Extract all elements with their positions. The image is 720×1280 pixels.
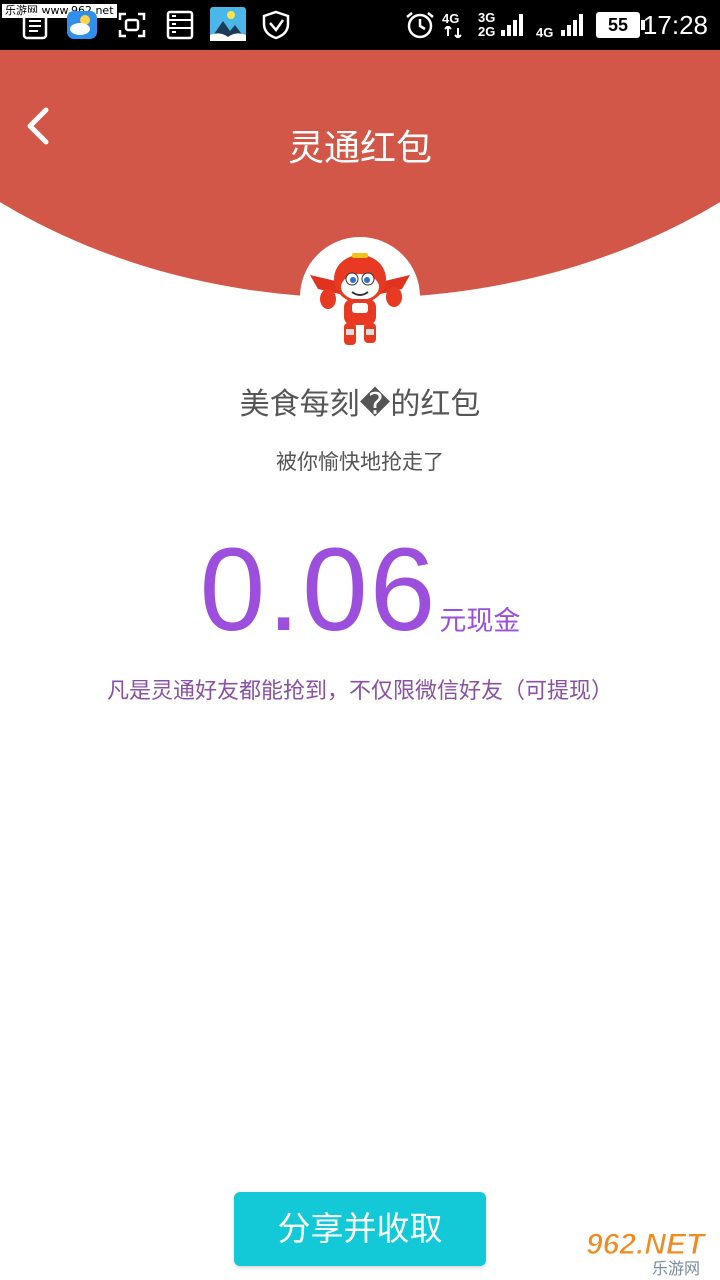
amount-unit: 元现金 <box>439 606 521 637</box>
amount-value: 0.06 <box>199 524 438 656</box>
weather-icon <box>67 11 97 39</box>
avatar-image <box>310 253 410 345</box>
network-label-1: 4G <box>442 11 460 26</box>
amount-row: 0.06元现金 <box>0 525 720 655</box>
shield-icon <box>262 10 290 40</box>
signal-icon <box>561 14 583 36</box>
info-note: 凡是灵通好友都能抢到，不仅限微信好友（可提现） <box>106 679 613 704</box>
mountain-app-icon <box>210 7 246 41</box>
network-label-2: 3G <box>478 10 496 25</box>
watermark-sub: 乐游网 <box>652 1259 700 1278</box>
status-bar: 乐游网 www.962.net 4G 3G 2G 4G 55 17:28 <box>0 0 720 50</box>
status-line: 被你愉快地抢走了 <box>276 450 444 474</box>
signal-icon <box>501 14 523 36</box>
avatar <box>300 237 420 357</box>
notes-icon <box>22 12 48 40</box>
sender-line: 美食每刻�的红包 <box>239 387 481 422</box>
watermark-brand: 962.NET <box>586 1228 707 1261</box>
storage-icon <box>166 10 194 40</box>
watermark-logo: 962.NET 乐游网 <box>586 1228 708 1279</box>
battery-indicator: 55 <box>596 12 645 38</box>
network-label-4: 4G <box>536 25 554 40</box>
alarm-icon <box>406 12 434 39</box>
network-label-3: 2G <box>478 24 496 39</box>
page-title: 灵通红包 <box>287 128 432 169</box>
data-arrows-icon <box>444 26 462 38</box>
clock: 17:28 <box>642 10 708 40</box>
scan-icon <box>118 12 146 38</box>
share-and-collect-button[interactable]: 分享并收取 <box>234 1192 486 1266</box>
